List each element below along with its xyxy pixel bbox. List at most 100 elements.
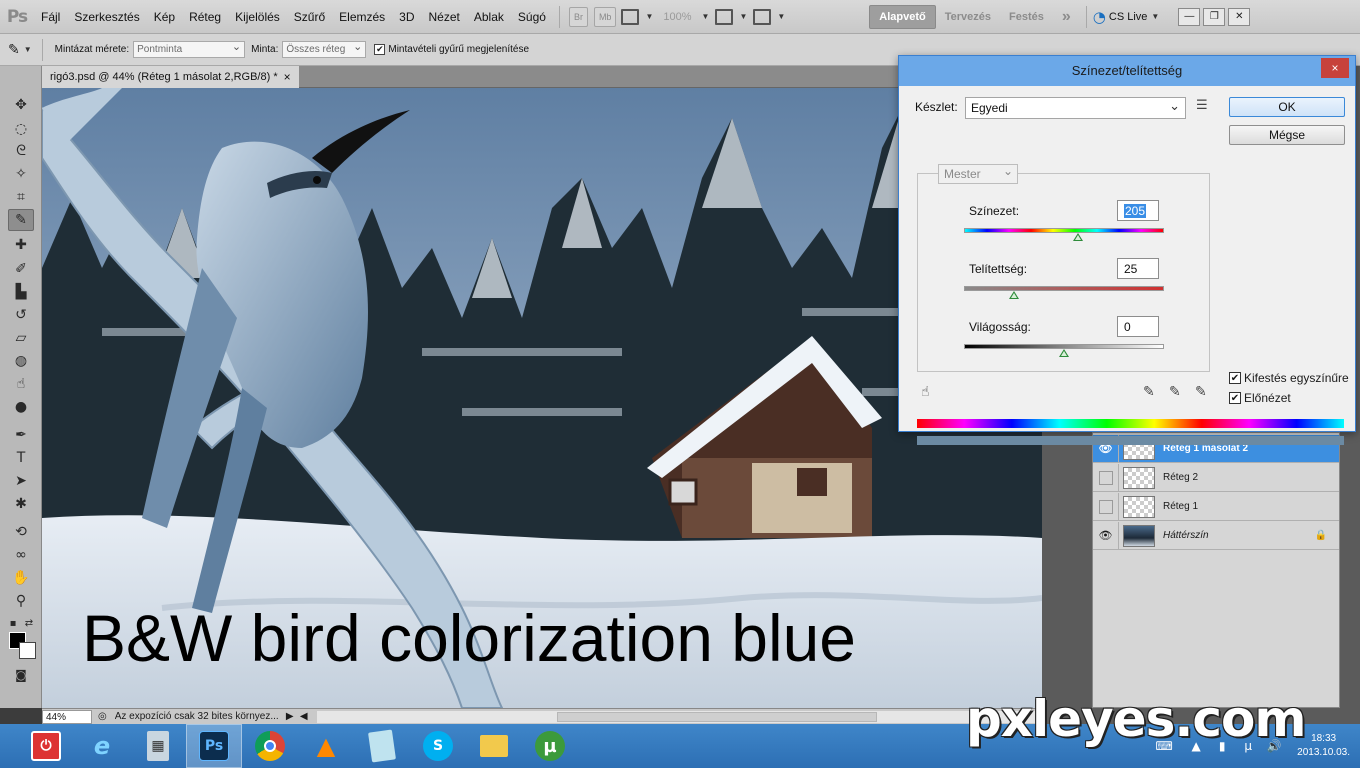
zoom-level-dropdown[interactable]: 100% (663, 11, 691, 23)
pen-tool-icon[interactable]: ✒ (8, 424, 34, 446)
minimize-button[interactable]: — (1178, 7, 1201, 26)
crop-tool-icon[interactable]: ⌗ (8, 186, 34, 208)
menu-filter[interactable]: Szűrő (287, 0, 332, 34)
default-colors-icon[interactable]: ▪ (6, 612, 20, 634)
cs-live-button[interactable]: CS Live (1109, 11, 1148, 23)
shape-tool-icon[interactable]: ✱ (8, 493, 34, 515)
menu-window[interactable]: Ablak (467, 0, 511, 34)
3d-orbit-tool-icon[interactable]: ∞ (8, 544, 34, 566)
swap-colors-icon[interactable]: ⇄ (22, 612, 36, 634)
dialog-title-bar[interactable]: Színezet/telítettség × (899, 56, 1355, 86)
taskbar-photoshop[interactable]: Ps (186, 724, 242, 768)
taskbar-notepad[interactable] (354, 724, 410, 768)
healing-brush-tool-icon[interactable]: ✚ (8, 234, 34, 256)
document-tab[interactable]: rigó3.psd @ 44% (Réteg 1 másolat 2,RGB/8… (42, 65, 299, 88)
sample-layers-select[interactable]: Összes réteg (282, 40, 367, 58)
lightness-input[interactable]: 0 (1117, 316, 1159, 337)
move-tool-icon[interactable]: ✥ (8, 94, 34, 116)
preset-select[interactable]: Egyedi (965, 97, 1186, 119)
menu-3d[interactable]: 3D (392, 0, 421, 34)
layer-row[interactable]: 👁 Háttérszín 🔒 (1093, 521, 1339, 550)
preset-options-icon[interactable]: ☰ (1196, 98, 1208, 113)
bridge-button[interactable]: Br (568, 6, 588, 27)
sample-size-select[interactable]: Pontminta (133, 40, 246, 58)
saturation-slider[interactable] (964, 286, 1164, 291)
status-menu-arrow-icon[interactable]: ▶ (283, 711, 297, 722)
menu-select[interactable]: Kijelölés (228, 0, 287, 34)
layer-row[interactable]: Réteg 1 (1093, 492, 1339, 521)
layer-row[interactable]: Réteg 2 (1093, 463, 1339, 492)
chevron-down-icon[interactable]: ▼ (702, 12, 710, 21)
screen-mode-icon[interactable] (753, 8, 772, 25)
menu-file[interactable]: Fájl (34, 0, 67, 34)
smudge-tool-icon[interactable]: ☝ (8, 373, 34, 395)
close-document-icon[interactable]: × (284, 66, 291, 88)
menu-help[interactable]: Súgó (511, 0, 553, 34)
path-selection-tool-icon[interactable]: ➤ (8, 470, 34, 492)
menu-layer[interactable]: Réteg (182, 0, 228, 34)
eyedropper-minus-icon[interactable]: ✎ (1195, 384, 1207, 400)
cancel-button[interactable]: Mégse (1229, 125, 1345, 145)
chevron-down-icon[interactable]: ▼ (1151, 12, 1159, 21)
brush-tool-icon[interactable]: ✐ (8, 258, 34, 280)
mini-bridge-button[interactable]: Mb (593, 6, 617, 27)
status-info-icon[interactable]: ◎ (98, 711, 107, 722)
visibility-toggle[interactable] (1093, 492, 1119, 521)
show-sampling-ring-checkbox[interactable]: ✔ (374, 44, 386, 55)
taskbar-chrome[interactable] (242, 724, 298, 768)
preview-check-box[interactable]: ✔ (1229, 392, 1241, 404)
visibility-toggle[interactable] (1093, 463, 1119, 492)
background-color-swatch[interactable] (19, 642, 36, 659)
menu-view[interactable]: Nézet (422, 0, 467, 34)
taskbar-vlc[interactable]: ▲ (298, 724, 354, 768)
ok-button[interactable]: OK (1229, 97, 1345, 117)
chevron-down-icon[interactable]: ▼ (777, 12, 785, 21)
eyedropper-preset-icon[interactable]: ✎ (8, 42, 20, 58)
colorize-check-box[interactable]: ✔ (1229, 372, 1241, 384)
menu-analysis[interactable]: Elemzés (332, 0, 392, 34)
channel-select[interactable]: Mester (938, 164, 1018, 184)
horizontal-scrollbar[interactable] (316, 710, 1036, 723)
zoom-input[interactable]: 44% (42, 709, 92, 724)
quick-mask-icon[interactable]: ◙ (8, 664, 34, 686)
type-tool-icon[interactable]: T (8, 447, 34, 469)
scrollbar-thumb[interactable] (556, 711, 877, 722)
chevron-down-icon[interactable]: ▼ (24, 45, 32, 54)
eyedropper-plus-icon[interactable]: ✎ (1169, 384, 1181, 400)
taskbar-utorrent[interactable]: µ (522, 724, 578, 768)
more-workspaces-button[interactable]: » (1053, 5, 1080, 29)
chevron-down-icon[interactable]: ▼ (739, 12, 747, 21)
extras-icon[interactable] (621, 8, 640, 25)
dodge-tool-icon[interactable]: ● (8, 396, 34, 418)
taskbar-calculator[interactable]: ▦ (130, 724, 186, 768)
marquee-tool-icon[interactable]: ◌ (8, 118, 34, 140)
taskbar-skype[interactable]: S (410, 724, 466, 768)
hue-slider[interactable] (964, 228, 1164, 233)
hue-input[interactable]: 205 (1117, 200, 1159, 221)
eyedropper-tool-icon[interactable]: ✎ (8, 209, 34, 231)
chevron-down-icon[interactable]: ▼ (645, 12, 653, 21)
preview-checkbox[interactable]: ✔ Előnézet (1229, 391, 1291, 405)
menu-edit[interactable]: Szerkesztés (67, 0, 146, 34)
clone-stamp-tool-icon[interactable]: ▙ (8, 281, 34, 303)
workspace-painting[interactable]: Festés (1000, 5, 1053, 29)
colorize-checkbox[interactable]: ✔ Kifestés egyszínűre (1229, 371, 1349, 385)
taskbar-internet-explorer[interactable]: e (74, 724, 130, 768)
saturation-slider-thumb[interactable] (1009, 291, 1019, 299)
close-window-button[interactable]: ✕ (1228, 7, 1251, 26)
saturation-input[interactable]: 25 (1117, 258, 1159, 279)
eraser-tool-icon[interactable]: ▱ (8, 327, 34, 349)
dialog-close-button[interactable]: × (1321, 58, 1349, 78)
quick-selection-tool-icon[interactable]: ✧ (8, 163, 34, 185)
lasso-tool-icon[interactable]: ᘓ (8, 140, 34, 162)
lightness-slider-thumb[interactable] (1059, 349, 1069, 357)
eye-icon[interactable]: 👁 (1093, 521, 1119, 550)
hue-slider-thumb[interactable] (1073, 233, 1083, 241)
restore-button[interactable]: ❐ (1203, 7, 1226, 26)
workspace-essentials[interactable]: Alapvető (869, 4, 936, 29)
zoom-tool-icon[interactable]: ⚲ (8, 590, 34, 612)
hand-tool-icon[interactable]: ✋ (8, 567, 34, 589)
menu-image[interactable]: Kép (147, 0, 182, 34)
history-brush-tool-icon[interactable]: ↺ (8, 304, 34, 326)
arrange-documents-icon[interactable] (715, 8, 734, 25)
